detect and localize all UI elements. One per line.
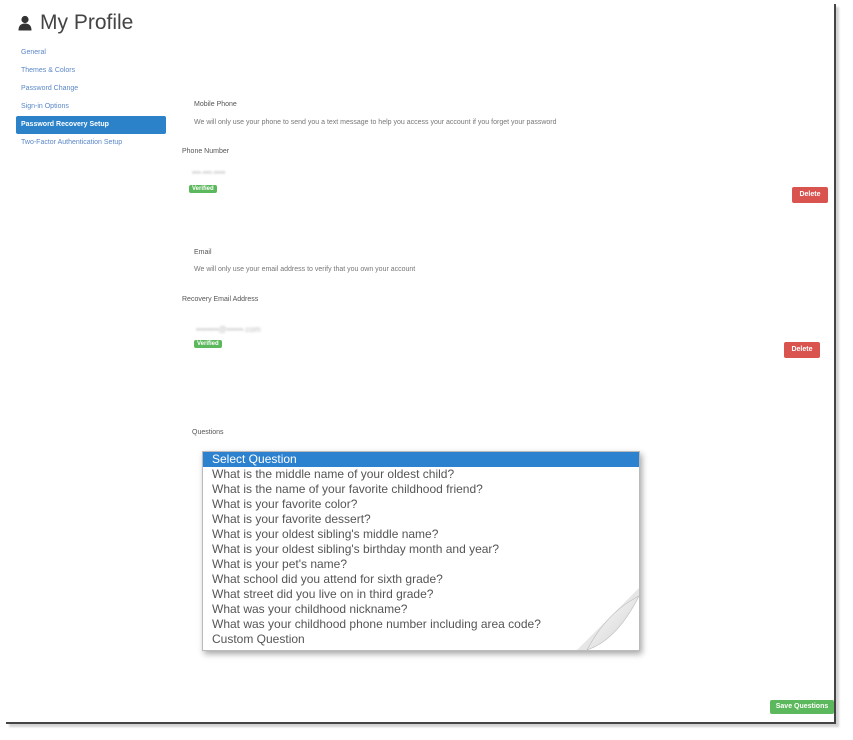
- question-option[interactable]: What is your favorite dessert?: [203, 512, 639, 527]
- sidebar-item-themes-colors[interactable]: Themes & Colors: [16, 62, 166, 80]
- email-verified-badge: Verified: [194, 340, 222, 348]
- security-question-dropdown[interactable]: Select Question What is the middle name …: [202, 451, 640, 651]
- question-option-select[interactable]: Select Question: [203, 452, 639, 467]
- delete-phone-button[interactable]: Delete: [792, 187, 828, 203]
- question-option[interactable]: What was your childhood nickname?: [203, 602, 639, 617]
- page-title-text: My Profile: [40, 11, 134, 34]
- phone-number-label: Phone Number: [182, 148, 230, 155]
- phone-number-value: •••-•••-••••: [192, 168, 226, 177]
- recovery-email-label: Recovery Email Address: [182, 296, 259, 303]
- question-option[interactable]: What is the name of your favorite childh…: [203, 482, 639, 497]
- sidebar-item-password-recovery[interactable]: Password Recovery Setup: [16, 116, 166, 134]
- sidebar-item-general[interactable]: General: [16, 44, 166, 62]
- user-icon: [18, 15, 32, 31]
- question-option[interactable]: What school did you attend for sixth gra…: [203, 572, 639, 587]
- question-option[interactable]: What is your oldest sibling's middle nam…: [203, 527, 639, 542]
- mobile-description: We will only use your phone to send you …: [194, 119, 557, 126]
- delete-email-button[interactable]: Delete: [784, 342, 820, 358]
- question-option[interactable]: What was your childhood phone number inc…: [203, 617, 639, 632]
- profile-page: My Profile General Themes & Colors Passw…: [6, 4, 836, 724]
- email-heading: Email: [194, 249, 212, 256]
- page-curl-decoration: [577, 588, 639, 650]
- questions-heading: Questions: [192, 429, 224, 436]
- sidebar-item-password-change[interactable]: Password Change: [16, 80, 166, 98]
- recovery-email-value: ••••••••@••••••.com: [196, 325, 261, 334]
- question-option[interactable]: What is your pet's name?: [203, 557, 639, 572]
- page-title: My Profile: [18, 10, 133, 36]
- mobile-heading: Mobile Phone: [194, 101, 237, 108]
- question-option[interactable]: What is your oldest sibling's birthday m…: [203, 542, 639, 557]
- email-description: We will only use your email address to v…: [194, 266, 416, 273]
- sidebar-nav: General Themes & Colors Password Change …: [16, 44, 166, 152]
- sidebar-item-two-factor[interactable]: Two-Factor Authentication Setup: [16, 134, 166, 152]
- question-option-custom[interactable]: Custom Question: [203, 632, 639, 647]
- question-option[interactable]: What street did you live on in third gra…: [203, 587, 639, 602]
- question-option[interactable]: What is your favorite color?: [203, 497, 639, 512]
- question-option[interactable]: What is the middle name of your oldest c…: [203, 467, 639, 482]
- save-questions-button[interactable]: Save Questions: [770, 700, 834, 714]
- sidebar-item-sign-in-options[interactable]: Sign-in Options: [16, 98, 166, 116]
- phone-verified-badge: Verified: [189, 185, 217, 193]
